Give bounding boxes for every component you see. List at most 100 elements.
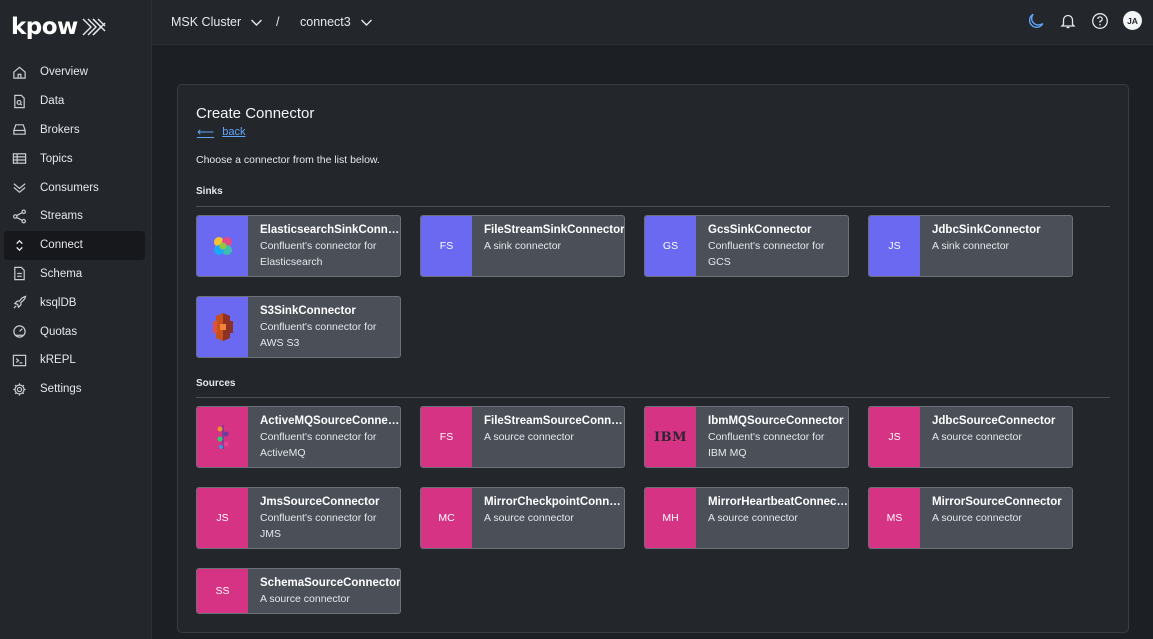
- server-icon: [11, 122, 27, 138]
- connector-abbr-icon: JS: [869, 216, 920, 276]
- connector-description: A source connector: [932, 431, 1022, 443]
- sidebar-nav: Overview Data Brokers Topics Consumers S…: [4, 58, 145, 404]
- sidebar-item-label: Data: [40, 95, 65, 108]
- connector-name: S3SinkConnector: [260, 305, 356, 317]
- connector-name: ElasticsearchSinkConnector: [260, 224, 400, 236]
- connector-description: Confluent's connector for Elasticsearch: [260, 240, 377, 268]
- ibm-logo-text: IBM: [654, 429, 687, 445]
- connector-name: FileStreamSinkConnector: [484, 224, 624, 236]
- connector-description: A source connector: [708, 512, 798, 524]
- sidebar-item-quotas[interactable]: Quotas: [4, 317, 145, 346]
- moon-icon[interactable]: [1027, 12, 1045, 30]
- gauge-icon: [11, 324, 27, 340]
- aws-s3-logo-icon: [197, 297, 248, 357]
- connector-abbr-icon: MS: [869, 488, 920, 548]
- cluster-selector[interactable]: MSK Cluster: [171, 15, 263, 29]
- sidebar-item-label: Settings: [40, 383, 82, 396]
- sidebar-item-topics[interactable]: Topics: [4, 144, 145, 173]
- connector-card-mirror-heartbeat[interactable]: MH MirrorHeartbeatConnector A source con…: [644, 487, 849, 549]
- intro-text: Choose a connector from the list below.: [196, 154, 380, 166]
- sidebar-item-label: Overview: [40, 66, 88, 79]
- connector-abbr-icon: MH: [645, 488, 696, 548]
- gear-icon: [11, 381, 27, 397]
- connector-card-elasticsearch-sink[interactable]: ElasticsearchSinkConnector Confluent's c…: [196, 215, 401, 277]
- connector-abbr-icon: FS: [421, 407, 472, 467]
- chevrons-down-icon: [11, 180, 27, 196]
- connector-card-filestream-sink[interactable]: FS FileStreamSinkConnector A sink connec…: [420, 215, 625, 277]
- connector-description: A source connector: [484, 431, 574, 443]
- connector-card-ibmmq-source[interactable]: IBM IbmMQSourceConnector Confluent's con…: [644, 406, 849, 468]
- create-connector-panel: Create Connector ⟵ back Choose a connect…: [177, 84, 1129, 633]
- connector-card-jdbc-source[interactable]: JS JdbcSourceConnector A source connecto…: [868, 406, 1073, 468]
- connector-name: IbmMQSourceConnector: [708, 415, 844, 427]
- elasticsearch-logo-icon: [197, 216, 248, 276]
- connector-description: Confluent's connector for IBM MQ: [708, 431, 825, 459]
- sidebar: kpow Overview Data Brokers Topics Consum…: [0, 0, 152, 639]
- connector-name: JdbcSinkConnector: [932, 224, 1041, 236]
- sidebar-item-label: Quotas: [40, 325, 78, 338]
- connector-name: MirrorSourceConnector: [932, 496, 1062, 508]
- connector-card-jdbc-sink[interactable]: JS JdbcSinkConnector A sink connector: [868, 215, 1073, 277]
- kpow-logo[interactable]: kpow: [11, 14, 107, 40]
- avatar[interactable]: JA: [1123, 11, 1142, 30]
- arrow-left-icon: ⟵: [197, 125, 215, 139]
- sources-heading: Sources: [196, 378, 236, 389]
- connector-name: FileStreamSourceConnector: [484, 415, 624, 427]
- connector-card-jms-source[interactable]: JS JmsSourceConnector Confluent's connec…: [196, 487, 401, 549]
- connector-description: A sink connector: [484, 240, 562, 252]
- help-icon[interactable]: [1091, 12, 1109, 30]
- connector-abbr-icon: JS: [869, 407, 920, 467]
- connector-name: MirrorHeartbeatConnector: [708, 496, 848, 508]
- connector-card-mirror-checkpoint[interactable]: MC MirrorCheckpointConnector A source co…: [420, 487, 625, 549]
- cluster-name: MSK Cluster: [171, 15, 242, 29]
- connector-card-s3-sink[interactable]: S3SinkConnector Confluent's connector fo…: [196, 296, 401, 358]
- connector-description: A sink connector: [932, 240, 1010, 252]
- connector-abbr-icon: MC: [421, 488, 472, 548]
- logo-chevrons-icon: [82, 18, 106, 36]
- ibm-logo-icon: IBM: [645, 407, 696, 467]
- connector-card-schema-source[interactable]: SS SchemaSourceConnector A source connec…: [196, 568, 401, 614]
- sidebar-item-label: Connect: [40, 239, 83, 252]
- connector-description: Confluent's connector for ActiveMQ: [260, 431, 377, 459]
- connector-name: MirrorCheckpointConnector: [484, 496, 624, 508]
- back-link[interactable]: ⟵ back: [197, 125, 245, 139]
- sidebar-item-label: ksqlDB: [40, 296, 77, 309]
- sidebar-item-label: kREPL: [40, 354, 76, 367]
- sidebar-item-data[interactable]: Data: [4, 87, 145, 116]
- terminal-icon: [11, 352, 27, 368]
- connector-abbr-icon: SS: [197, 569, 248, 613]
- sidebar-item-streams[interactable]: Streams: [4, 202, 145, 231]
- breadcrumb-separator: /: [276, 15, 280, 29]
- sidebar-item-label: Consumers: [40, 181, 99, 194]
- rocket-icon: [11, 295, 27, 311]
- sinks-heading: Sinks: [196, 186, 223, 197]
- connector-card-gcs-sink[interactable]: GS GcsSinkConnector Confluent's connecto…: [644, 215, 849, 277]
- connector-description: A source connector: [260, 593, 350, 605]
- brand-name: kpow: [11, 14, 78, 40]
- connect-cluster-name: connect3: [300, 15, 351, 29]
- sidebar-item-consumers[interactable]: Consumers: [4, 173, 145, 202]
- connector-card-activemq-source[interactable]: ActiveMQSourceConnector Confluent's conn…: [196, 406, 401, 468]
- top-header: MSK Cluster / connect3 JA: [152, 0, 1153, 45]
- connect-cluster-selector[interactable]: connect3: [300, 15, 373, 29]
- bell-icon[interactable]: [1059, 12, 1077, 30]
- sidebar-item-label: Topics: [40, 152, 73, 165]
- home-icon: [11, 64, 27, 80]
- sidebar-item-krepl[interactable]: kREPL: [4, 346, 145, 375]
- sidebar-item-schema[interactable]: Schema: [4, 260, 145, 289]
- connector-card-filestream-source[interactable]: FS FileStreamSourceConnector A source co…: [420, 406, 625, 468]
- connector-card-mirror-source[interactable]: MS MirrorSourceConnector A source connec…: [868, 487, 1073, 549]
- connector-abbr-icon: GS: [645, 216, 696, 276]
- connector-description: Confluent's connector for JMS: [260, 512, 377, 540]
- sidebar-item-ksqldb[interactable]: ksqlDB: [4, 288, 145, 317]
- sidebar-item-brokers[interactable]: Brokers: [4, 116, 145, 145]
- sidebar-item-connect[interactable]: Connect: [4, 230, 145, 260]
- connector-description: A source connector: [932, 512, 1022, 524]
- connector-name: SchemaSourceConnector: [260, 577, 400, 589]
- sidebar-item-overview[interactable]: Overview: [4, 58, 145, 87]
- sidebar-item-label: Streams: [40, 210, 83, 223]
- sidebar-item-label: Brokers: [40, 123, 80, 136]
- connector-description: Confluent's connector for AWS S3: [260, 321, 377, 349]
- connector-name: GcsSinkConnector: [708, 224, 812, 236]
- sidebar-item-settings[interactable]: Settings: [4, 375, 145, 404]
